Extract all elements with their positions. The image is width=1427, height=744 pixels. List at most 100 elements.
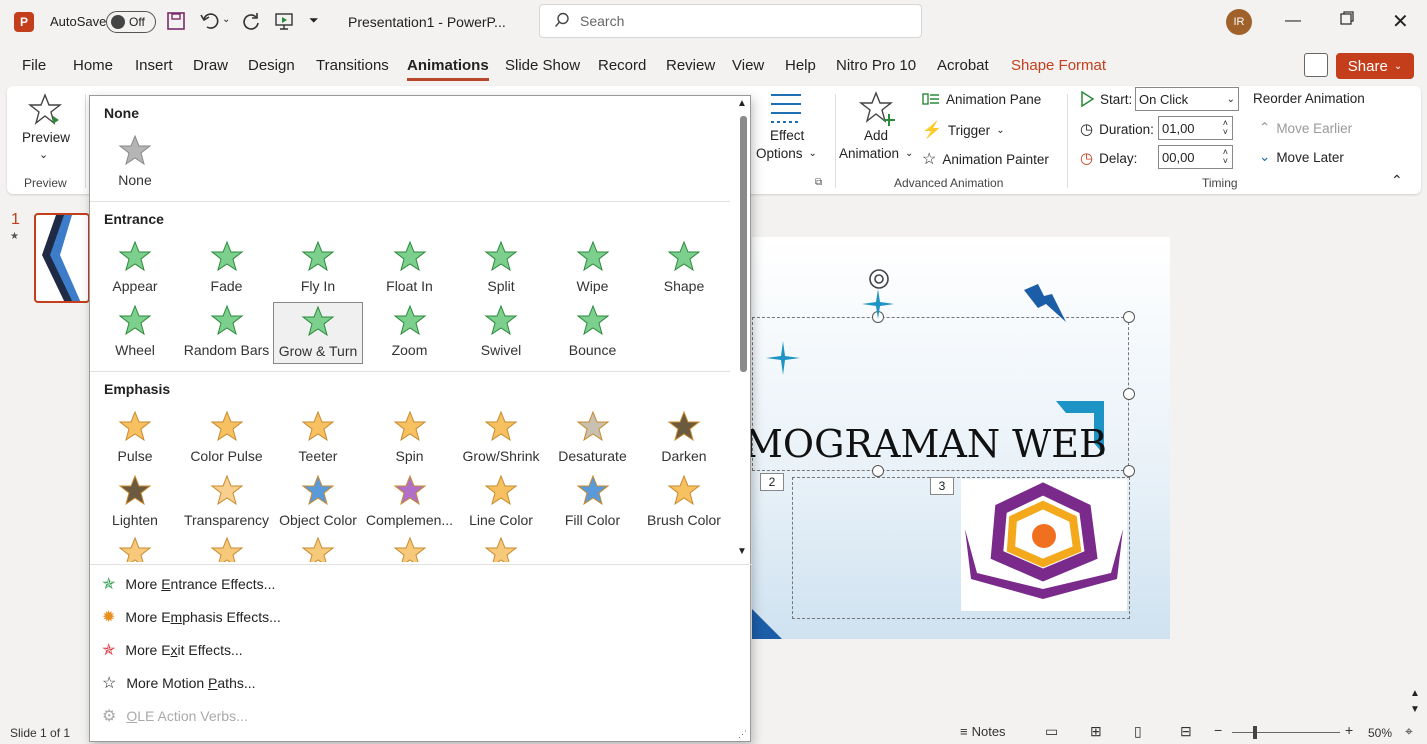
entrance-effect[interactable]: Grow & Turn: [273, 301, 363, 364]
effect-options-label-1[interactable]: Effect: [770, 128, 804, 143]
tab-record[interactable]: Record: [598, 57, 646, 74]
trigger-button[interactable]: ⚡ Trigger ⌄: [922, 120, 1005, 140]
collapse-ribbon-icon[interactable]: ⌃: [1391, 172, 1403, 189]
emphasis-effect[interactable]: Complemen...: [365, 472, 455, 534]
entrance-effect[interactable]: Fade: [182, 238, 272, 300]
more-emphasis-effects[interactable]: ✹ More Emphasis Effects...: [102, 607, 281, 627]
resize-handle[interactable]: [872, 465, 884, 477]
emphasis-effect[interactable]: Line Color: [456, 472, 546, 534]
tab-transitions[interactable]: Transitions: [316, 57, 389, 74]
zoom-slider[interactable]: [1232, 732, 1340, 733]
entrance-effect[interactable]: Wipe: [548, 238, 638, 300]
autosave-toggle[interactable]: Off: [106, 11, 156, 33]
tab-slide-show[interactable]: Slide Show: [505, 57, 580, 74]
normal-view-icon[interactable]: ▭: [1045, 723, 1058, 740]
fit-to-window-icon[interactable]: ⌖: [1405, 723, 1413, 740]
tab-view[interactable]: View: [732, 57, 764, 74]
zoom-slider-thumb[interactable]: [1253, 726, 1257, 739]
emphasis-effect[interactable]: Desaturate: [548, 408, 638, 470]
add-animation-label-1[interactable]: Add: [864, 128, 888, 143]
tab-insert[interactable]: Insert: [135, 57, 173, 74]
spinner-icon[interactable]: ˄ ˅: [1223, 119, 1228, 137]
emphasis-effect[interactable]: Spin: [365, 408, 455, 470]
spinner-icon[interactable]: ˄ ˅: [1223, 148, 1228, 166]
animation-order-tag[interactable]: 3: [930, 477, 954, 495]
move-later-button[interactable]: ⌄ Move Later: [1259, 149, 1344, 165]
tab-draw[interactable]: Draw: [193, 57, 228, 74]
resize-handle[interactable]: [1123, 311, 1135, 323]
entrance-effect[interactable]: Wheel: [90, 302, 180, 364]
undo-icon[interactable]: [199, 11, 221, 31]
zoom-in-icon[interactable]: +: [1345, 722, 1353, 738]
entrance-effect[interactable]: Swivel: [456, 302, 546, 364]
add-animation-button[interactable]: Animation ⌄: [839, 146, 913, 161]
reading-view-icon[interactable]: ▯: [1134, 723, 1142, 740]
scrollbar-thumb[interactable]: [740, 116, 747, 372]
avatar[interactable]: IR: [1226, 9, 1252, 35]
preview-dropdown-icon[interactable]: ⌄: [39, 148, 48, 161]
entrance-effect[interactable]: Bounce: [548, 302, 638, 364]
start-select[interactable]: On Click ⌄: [1135, 87, 1239, 111]
emphasis-effect[interactable]: Grow/Shrink: [456, 408, 546, 470]
tab-animations[interactable]: Animations: [407, 57, 489, 81]
duration-input[interactable]: 01,00 ˄ ˅: [1158, 116, 1233, 140]
search-input[interactable]: Search: [539, 4, 922, 38]
emphasis-effect[interactable]: Darken: [639, 408, 729, 470]
entrance-effect[interactable]: Random Bars: [182, 302, 272, 364]
emphasis-effect[interactable]: Teeter: [273, 408, 363, 470]
gallery-scrollbar[interactable]: ▲ ▼: [735, 96, 751, 564]
tab-acrobat[interactable]: Acrobat: [937, 57, 989, 74]
share-button[interactable]: Share ⌄: [1336, 53, 1414, 79]
entrance-effect[interactable]: Zoom: [365, 302, 455, 364]
slide-sorter-icon[interactable]: ⊞: [1090, 723, 1102, 740]
tab-file[interactable]: File: [22, 57, 46, 74]
emphasis-effect[interactable]: Object Color: [273, 472, 363, 534]
slide-canvas[interactable]: MOGRAMAN WEB 2 3: [744, 237, 1170, 639]
emphasis-effect[interactable]: Fill Color: [548, 472, 638, 534]
restore-icon[interactable]: [1339, 10, 1355, 26]
emphasis-effect[interactable]: Brush Color: [639, 472, 729, 534]
resize-handle[interactable]: [1123, 388, 1135, 400]
slide-title[interactable]: MOGRAMAN WEB: [744, 422, 1107, 466]
notes-button[interactable]: ≡ Notes: [960, 724, 1006, 739]
minimize-icon[interactable]: —: [1285, 12, 1301, 30]
scroll-down-icon[interactable]: ▼: [737, 546, 747, 557]
scroll-up-icon[interactable]: ▲: [1410, 688, 1420, 699]
entrance-effect[interactable]: Split: [456, 238, 546, 300]
animation-painter-button[interactable]: ☆ Animation Painter: [922, 149, 1049, 169]
tab-nitro[interactable]: Nitro Pro 10: [836, 57, 916, 74]
entrance-effect[interactable]: Shape: [639, 238, 729, 300]
undo-dropdown-icon[interactable]: ⌄: [222, 14, 230, 25]
more-exit-effects[interactable]: ✯ More Exit Effects...: [102, 640, 243, 660]
redo-icon[interactable]: [241, 11, 261, 31]
entrance-effect[interactable]: Appear: [90, 238, 180, 300]
emphasis-effect[interactable]: Pulse: [90, 408, 180, 470]
scroll-down-icon[interactable]: ▼: [1410, 704, 1420, 715]
save-icon[interactable]: [166, 11, 186, 31]
present-from-start-icon[interactable]: [274, 11, 294, 31]
tab-help[interactable]: Help: [785, 57, 816, 74]
resize-handle[interactable]: [1123, 465, 1135, 477]
emphasis-effect[interactable]: Transparency: [182, 472, 272, 534]
zoom-level[interactable]: 50%: [1368, 726, 1392, 740]
slide-thumbnail[interactable]: [34, 213, 90, 303]
tab-review[interactable]: Review: [666, 57, 715, 74]
entrance-effect[interactable]: Float In: [365, 238, 455, 300]
logo-image[interactable]: [961, 479, 1127, 611]
comments-icon[interactable]: [1304, 53, 1328, 77]
zoom-out-icon[interactable]: −: [1214, 722, 1222, 738]
preview-button[interactable]: Preview: [22, 130, 70, 145]
close-icon[interactable]: ✕: [1392, 9, 1409, 34]
tab-home[interactable]: Home: [73, 57, 113, 74]
scroll-up-icon[interactable]: ▲: [737, 98, 747, 109]
resize-grip-icon[interactable]: ⋰: [738, 729, 747, 740]
slideshow-view-icon[interactable]: ⊟: [1180, 723, 1192, 740]
tab-shape-format[interactable]: Shape Format: [1011, 57, 1106, 74]
move-earlier-button[interactable]: ⌃ Move Earlier: [1259, 120, 1352, 136]
dialog-launcher-icon[interactable]: ⧉: [815, 177, 822, 188]
customize-toolbar-icon[interactable]: ⏷: [309, 13, 319, 28]
animation-pane-button[interactable]: Animation Pane: [922, 91, 1041, 107]
delay-input[interactable]: 00,00 ˄ ˅: [1158, 145, 1233, 169]
entrance-effect[interactable]: Fly In: [273, 238, 363, 300]
animation-order-tag[interactable]: 2: [760, 473, 784, 491]
